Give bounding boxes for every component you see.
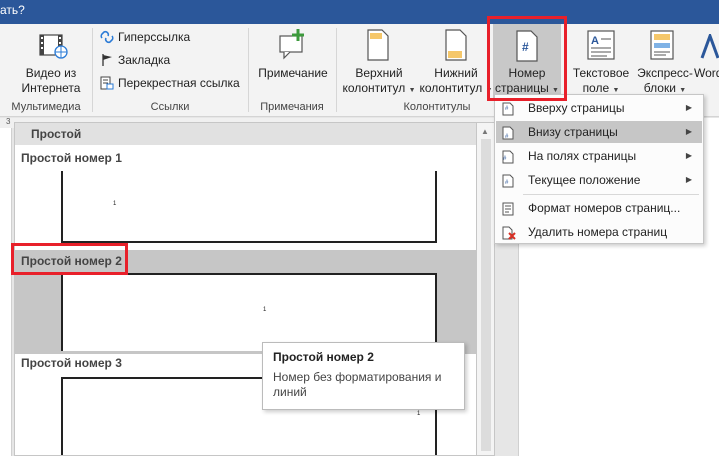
- document-page-left: [0, 128, 12, 456]
- wordart-icon: [700, 31, 719, 63]
- submenu-arrow-icon: ▶: [685, 103, 692, 112]
- scroll-thumb[interactable]: [481, 139, 491, 451]
- group-separator: [336, 28, 337, 112]
- footer-button[interactable]: Нижний колонтитул ▼: [418, 66, 494, 98]
- menu-item-label: Внизу страницы: [528, 125, 618, 139]
- menu-item-top-of-page[interactable]: # Вверху страницы ▶: [496, 97, 702, 119]
- page-number-preview: 1: [417, 411, 421, 417]
- page-top-icon: #: [502, 101, 516, 116]
- menu-item-label: Текущее положение: [528, 173, 641, 187]
- gallery-item-title-1: Простой номер 1: [21, 151, 122, 165]
- gallery-item-title-3: Простой номер 3: [21, 356, 122, 370]
- title-bar: ать?: [0, 0, 719, 24]
- gallery-scrollbar[interactable]: ▲: [477, 122, 495, 456]
- hyperlink-button[interactable]: Гиперссылка: [100, 28, 190, 46]
- film-icon: [38, 32, 68, 63]
- header-label-2: колонтитул: [342, 81, 406, 95]
- group-separator: [92, 28, 93, 112]
- ruler-mark: 3: [6, 117, 11, 126]
- menu-item-label: Формат номеров страниц...: [528, 201, 681, 215]
- submenu-arrow-icon: ▶: [685, 175, 692, 184]
- textbox-icon: A: [587, 30, 615, 63]
- online-video-button[interactable]: Видео из Интернета: [20, 66, 82, 96]
- header-icon: [366, 29, 390, 64]
- submenu-arrow-icon: ▶: [685, 151, 692, 160]
- bookmark-button[interactable]: Закладка: [100, 51, 170, 69]
- menu-item-format-page-numbers[interactable]: Формат номеров страниц...: [496, 197, 702, 219]
- gallery-item-title-2: Простой номер 2: [21, 254, 122, 268]
- chevron-down-icon: ▼: [552, 87, 559, 94]
- page-number-label-2: страницы: [495, 81, 549, 95]
- quick-parts-label-1: Экспресс-: [637, 66, 693, 80]
- cross-reference-button[interactable]: Перекрестная ссылка: [100, 74, 240, 92]
- quick-parts-label-2: блоки: [643, 81, 676, 95]
- chevron-down-icon: ▼: [485, 87, 493, 94]
- group-label-comments: Примечания: [260, 101, 324, 113]
- hyperlink-label: Гиперссылка: [118, 30, 191, 44]
- cross-reference-label: Перекрестная ссылка: [118, 76, 240, 90]
- chevron-down-icon: ▼: [612, 87, 620, 94]
- page-number-preview: 1: [263, 307, 267, 313]
- remove-icon: [502, 225, 516, 240]
- group-separator: [248, 28, 249, 112]
- cross-reference-icon: [100, 76, 114, 90]
- page-margin-icon: #: [502, 149, 516, 164]
- online-video-label-1: Видео из: [25, 66, 77, 80]
- gallery-item-simple-2[interactable]: 1: [61, 273, 437, 351]
- comment-button[interactable]: Примечание: [254, 66, 332, 81]
- menu-item-label: На полях страницы: [528, 149, 637, 163]
- bookmark-label: Закладка: [118, 53, 171, 67]
- header-button[interactable]: Верхний колонтитул ▼: [340, 66, 418, 98]
- svg-text:A: A: [591, 35, 599, 47]
- scroll-up-arrow-icon[interactable]: ▲: [481, 127, 489, 136]
- textbox-label-2: поле: [582, 81, 610, 95]
- gallery-section-header: Простой: [15, 123, 476, 145]
- menu-item-remove-page-numbers[interactable]: Удалить номера страниц: [496, 221, 702, 243]
- footer-icon: [444, 29, 468, 64]
- footer-label-2: колонтитул: [419, 81, 483, 95]
- menu-item-bottom-of-page[interactable]: # Внизу страницы ▶: [496, 121, 702, 143]
- menu-item-label: Удалить номера страниц: [528, 225, 668, 239]
- group-label-header-footer: Колонтитулы: [403, 101, 471, 113]
- page-number-icon: #: [515, 30, 539, 65]
- gallery-item-simple-1[interactable]: 1: [61, 171, 437, 243]
- tell-me-text[interactable]: ать?: [0, 3, 25, 17]
- submenu-arrow-icon: ▶: [685, 127, 692, 136]
- format-icon: [502, 201, 516, 216]
- chevron-down-icon: ▼: [408, 87, 416, 94]
- page-bottom-icon: #: [502, 125, 516, 140]
- textbox-label-1: Текстовое: [572, 66, 630, 80]
- tooltip-description: Номер без форматирования и линий: [273, 370, 442, 399]
- header-label-1: Верхний: [355, 66, 403, 80]
- group-label-media: Мультимедиа: [11, 101, 81, 113]
- group-label-links: Ссылки: [150, 101, 190, 113]
- page-number-label-1: Номер: [508, 66, 546, 80]
- link-icon: [100, 30, 114, 44]
- cursor-position-icon: #: [502, 173, 516, 188]
- menu-item-current-position[interactable]: # Текущее положение ▶: [496, 169, 702, 191]
- flag-icon: [100, 53, 114, 67]
- page-number-preview: 1: [113, 201, 117, 207]
- chevron-down-icon: ▼: [679, 87, 687, 94]
- menu-item-page-margins[interactable]: # На полях страницы ▶: [496, 145, 702, 167]
- online-video-label-2: Интернета: [21, 81, 81, 95]
- wordart-button[interactable]: Word: [694, 66, 719, 81]
- menu-separator: [523, 194, 699, 195]
- comment-icon: [276, 28, 310, 63]
- footer-label-1: Нижний: [434, 66, 478, 80]
- menu-item-label: Вверху страницы: [528, 101, 625, 115]
- svg-text:#: #: [522, 40, 529, 54]
- tooltip-title: Простой номер 2: [273, 350, 374, 364]
- gallery-tooltip: Простой номер 2 Номер без форматирования…: [262, 342, 465, 410]
- page-number-button[interactable]: # Номер страницы ▼: [493, 24, 561, 100]
- quick-parts-icon: [650, 30, 674, 63]
- page-number-menu: # Вверху страницы ▶ # Внизу страницы ▶ #…: [494, 94, 704, 244]
